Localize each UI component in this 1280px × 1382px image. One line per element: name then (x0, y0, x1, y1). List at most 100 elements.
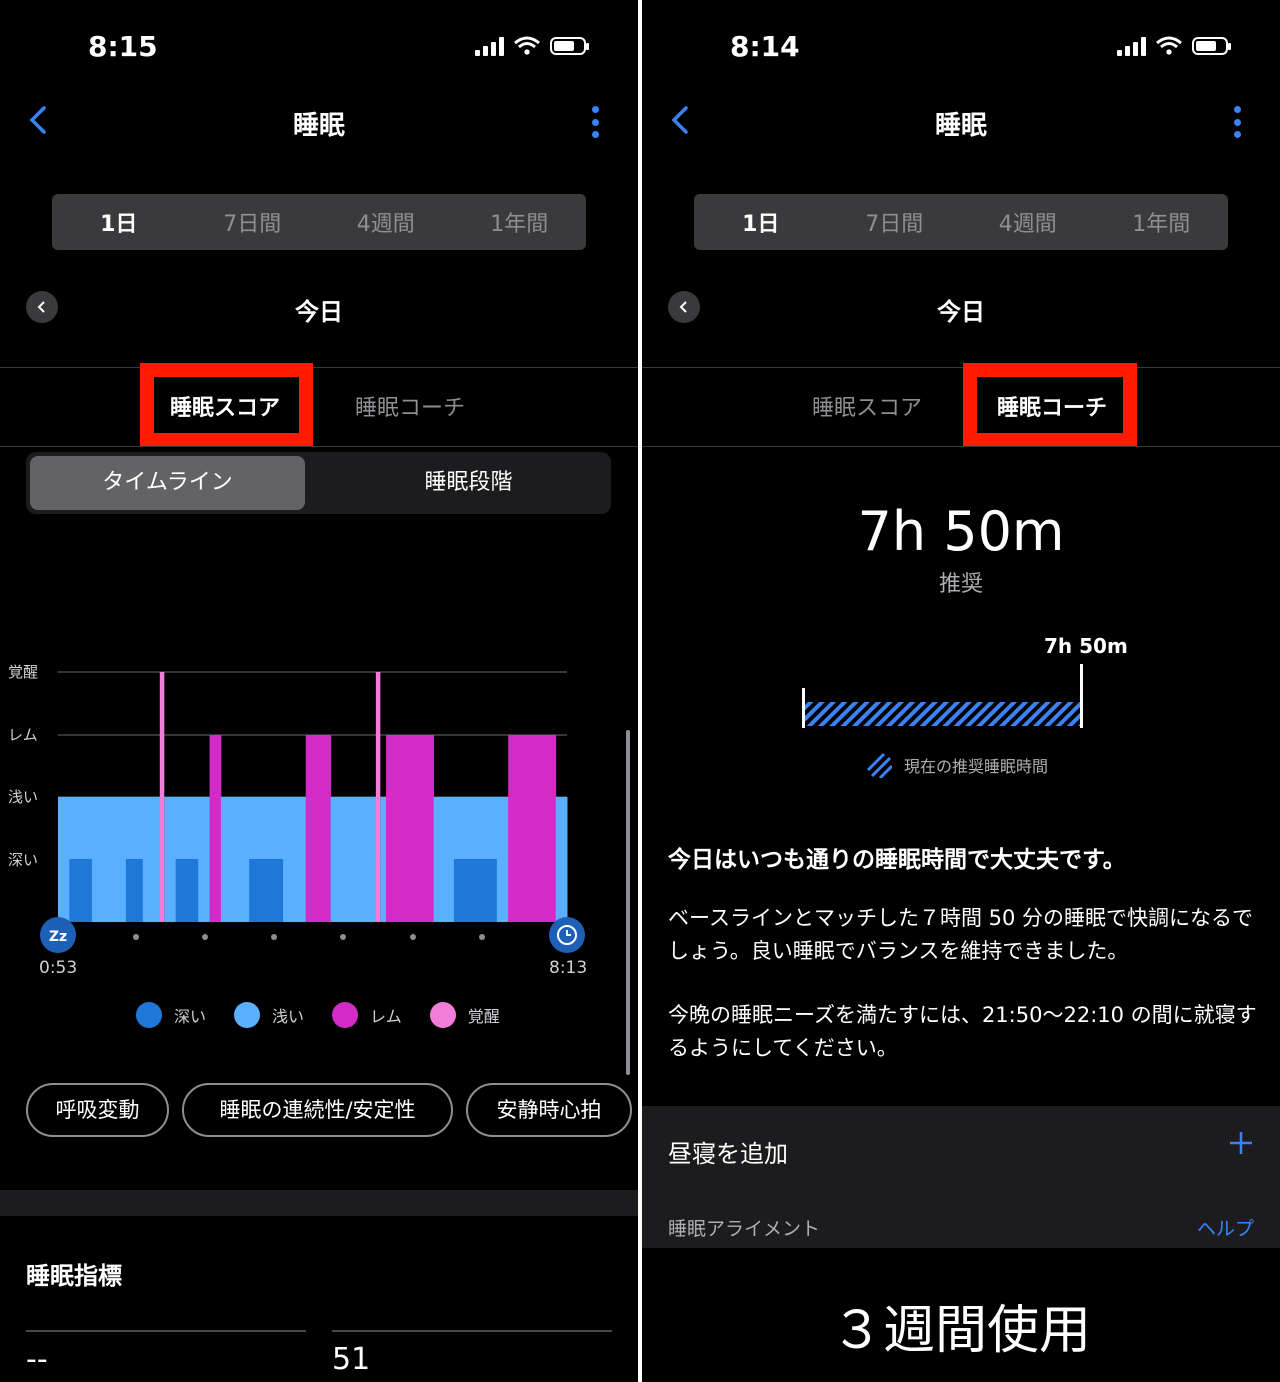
time-tick (271, 934, 277, 940)
legend-rem-label: レム (370, 1007, 402, 1026)
tab-sleep-coach[interactable]: 睡眠コーチ (355, 390, 465, 422)
right-screen: 8:14 睡眠 1日 7日間 4週間 1年間 今日 睡眠スコア 睡眠コーチ 7h… (642, 0, 1280, 1382)
sleep-timeline-chart: Zz (40, 671, 585, 953)
plus-icon[interactable] (1228, 1130, 1254, 1156)
stage-bar-light (220, 797, 250, 922)
stage-bar-light (142, 797, 161, 922)
sleep-start-glyph: Zz (49, 929, 67, 945)
range-tab-4weeks[interactable]: 4週間 (319, 206, 453, 238)
stage-bar-light (380, 797, 387, 922)
help-link[interactable]: ヘルプ (1197, 1214, 1254, 1241)
range-tab-1day[interactable]: 1日 (52, 206, 186, 238)
wifi-icon (1156, 36, 1182, 55)
end-time: 8:13 (549, 958, 588, 978)
tab-sleep-score[interactable]: 睡眠スコア (812, 390, 922, 422)
page-title: 睡眠 (934, 111, 987, 141)
stage-bar-light (58, 797, 70, 922)
legend-deep-swatch (136, 1002, 162, 1028)
wifi-icon (514, 36, 540, 55)
bar-legend-label: 現在の推奨睡眠時間 (904, 757, 1049, 776)
metric-divider (26, 1330, 306, 1332)
legend-light-label: 浅い (272, 1007, 305, 1026)
time-tick (133, 934, 139, 940)
metric-divider (332, 1330, 612, 1332)
battery-icon (550, 37, 589, 55)
sleep-metrics-title: 睡眠指標 (26, 1262, 122, 1290)
hatch-swatch-icon (866, 752, 892, 778)
status-icons (1117, 36, 1231, 56)
stage-bar-deep (249, 859, 284, 922)
stage-bar-rem (209, 735, 222, 922)
range-selector: 1日 7日間 4週間 1年間 (52, 194, 586, 250)
usage-duration: ３週間使用 (830, 1301, 1091, 1361)
status-icons (475, 36, 589, 56)
legend-rem: レム (332, 1002, 402, 1028)
add-nap-row[interactable]: 昼寝を追加 (642, 1106, 1280, 1196)
pill-respiration[interactable]: 呼吸変動 (26, 1083, 169, 1137)
timeline-option[interactable]: タイムライン (30, 456, 305, 510)
time-tick (202, 934, 208, 940)
recommended-label: 推奨 (938, 572, 983, 597)
range-tab-4weeks[interactable]: 4週間 (961, 206, 1095, 238)
range-selector: 1日 7日間 4週間 1年間 (694, 194, 1228, 250)
status-time: 8:15 (88, 30, 158, 63)
chart-legend: 深い 浅い レム 覚醒 (136, 1002, 528, 1028)
stage-bar-light (164, 797, 177, 922)
coach-paragraph-1: ベースラインとマッチした７時間 50 分の睡眠で快調になるでしょう。良い睡眠でバ… (668, 906, 1254, 963)
legend-awake-swatch (429, 1002, 456, 1028)
stage-bar-rem (386, 735, 435, 922)
legend-deep: 深い (136, 1002, 206, 1028)
stages-option[interactable]: 睡眠段階 (326, 456, 611, 510)
view-toggle: タイムライン 睡眠段階 (26, 452, 611, 514)
stage-bar-deep (453, 859, 498, 922)
stage-bar-light (91, 797, 127, 922)
alignment-row: 睡眠アライメント ヘルプ (642, 1196, 1280, 1248)
divider (0, 367, 638, 368)
more-options-icon[interactable] (592, 106, 602, 138)
bar-legend: 現在の推奨睡眠時間 (866, 752, 1048, 778)
range-tab-1year[interactable]: 1年間 (1095, 206, 1229, 238)
time-tick (479, 934, 485, 940)
signal-icon (1117, 36, 1146, 56)
add-nap-label: 昼寝を追加 (668, 1140, 788, 1168)
stage-bar-light (555, 797, 568, 922)
battery-icon (1192, 37, 1231, 55)
coach-paragraph-2: 今晩の睡眠ニーズを満たすには、21:50～22:10 の間に就寝するようにしてく… (668, 1003, 1257, 1060)
metric-value-2: 51 (332, 1342, 371, 1377)
pill-continuity[interactable]: 睡眠の連続性/安定性 (182, 1083, 453, 1137)
divider (642, 446, 1280, 447)
range-tab-7days[interactable]: 7日間 (186, 206, 320, 238)
range-tab-1year[interactable]: 1年間 (453, 206, 587, 238)
recommended-sleep-bar (802, 664, 1083, 728)
scrollbar[interactable] (626, 730, 630, 1075)
signal-icon (475, 36, 504, 56)
date-label: 今日 (937, 298, 985, 326)
range-tab-7days[interactable]: 7日間 (828, 206, 962, 238)
more-options-icon[interactable] (1234, 106, 1244, 138)
pill-resting-hr[interactable]: 安静時心拍 (466, 1083, 632, 1137)
highlight-box (140, 363, 313, 447)
legend-awake: 覚醒 (429, 1002, 500, 1028)
start-time: 0:53 (39, 958, 78, 978)
legend-awake-label: 覚醒 (467, 1007, 500, 1026)
stage-bar-light (198, 797, 211, 922)
stage-bar-deep (125, 859, 144, 922)
time-tick (340, 934, 346, 940)
metric-value-1: -- (26, 1342, 48, 1377)
range-tab-1day[interactable]: 1日 (694, 206, 828, 238)
recommended-duration: 7h 50m (857, 500, 1065, 563)
date-label: 今日 (295, 298, 343, 326)
legend-deep-label: 深い (174, 1007, 207, 1026)
divider (642, 367, 1280, 368)
left-screen: 8:15 睡眠 1日 7日間 4週間 1年間 今日 睡眠スコア 睡眠コーチ タイ… (0, 0, 638, 1382)
legend-rem-swatch (332, 1002, 359, 1028)
stage-bar-rem (305, 735, 332, 922)
time-tick (410, 934, 416, 940)
stage-bar-awake (159, 672, 165, 922)
section-gap (0, 1190, 638, 1216)
page-title: 睡眠 (292, 111, 345, 141)
stage-bar-rem (508, 735, 557, 922)
stage-bar-light (330, 797, 377, 922)
divider (0, 446, 638, 447)
coach-heading: 今日はいつも通りの睡眠時間で大丈夫です。 (668, 847, 1126, 873)
